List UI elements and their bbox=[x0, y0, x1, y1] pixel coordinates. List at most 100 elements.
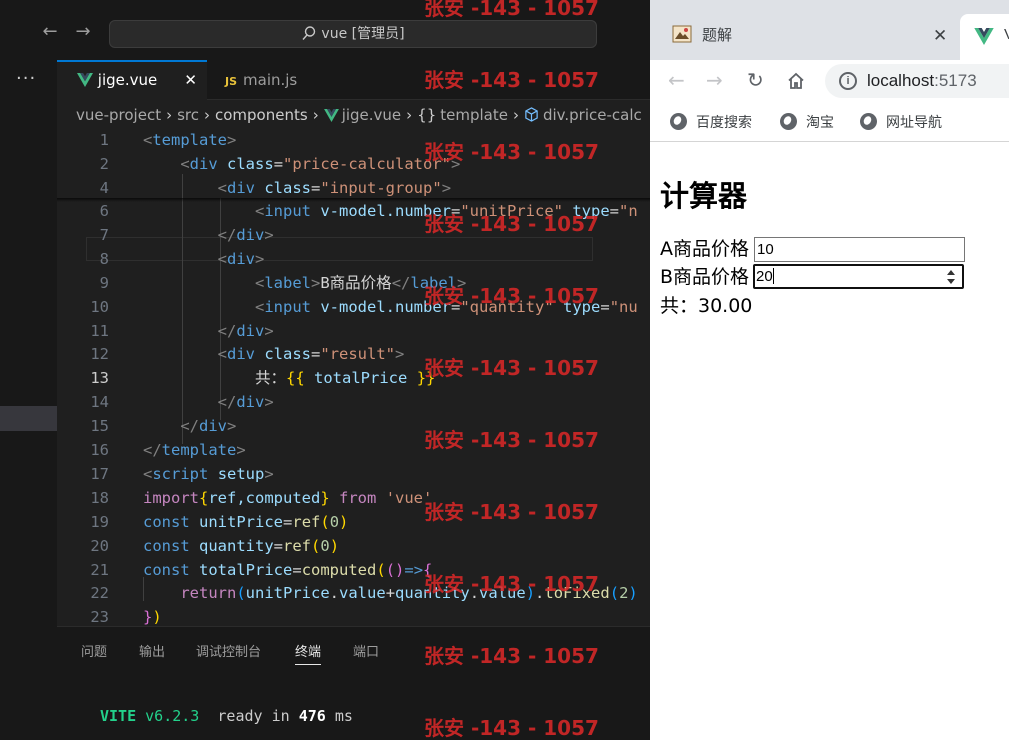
bookmarks-bar: 百度搜索 淘宝 网址导航 bbox=[650, 102, 1009, 142]
terminal-output[interactable]: VITE v6.2.3 ready in 476 ms bbox=[100, 707, 353, 725]
ms-unit: ms bbox=[334, 707, 353, 725]
address-bar[interactable]: i localhost:5173 bbox=[825, 64, 1009, 98]
forward-arrow-icon[interactable]: → bbox=[706, 69, 723, 91]
code-line: 14 </div> bbox=[57, 390, 650, 414]
code-line: 19 const unitPrice=ref(0) bbox=[57, 510, 650, 534]
tab-jige-vue[interactable]: jige.vue ✕ bbox=[57, 60, 207, 100]
code-line: 4 <div class="input-group"> bbox=[57, 176, 650, 200]
browser-window: 题解 ✕ V ← → ↻ i localhost:5173 百度搜索 淘宝 网址… bbox=[650, 0, 1009, 740]
vite-version: v6.2.3 bbox=[145, 707, 200, 725]
reload-icon[interactable]: ↻ bbox=[747, 69, 764, 91]
breadcrumb-item[interactable]: src bbox=[177, 106, 199, 124]
price-b-row: B商品价格 20 bbox=[660, 264, 964, 290]
result-text: 共：30.00 bbox=[660, 295, 753, 317]
bookmark-taobao[interactable]: 淘宝 bbox=[780, 112, 834, 132]
sticky-scroll-shadow bbox=[57, 198, 650, 202]
bookmark-nav[interactable]: 网址导航 bbox=[860, 112, 942, 132]
tab-main-js[interactable]: JS main.js bbox=[207, 60, 357, 100]
home-icon[interactable] bbox=[786, 71, 806, 91]
line-number: 19 bbox=[90, 513, 109, 531]
number-spinner-icon[interactable] bbox=[946, 268, 956, 286]
line-number: 17 bbox=[90, 465, 109, 483]
line-number: 23 bbox=[90, 608, 109, 626]
line-number: 2 bbox=[99, 155, 109, 173]
line-number: 10 bbox=[90, 298, 109, 316]
code-line: 22 return(unitPrice.value+quantity.value… bbox=[57, 581, 650, 605]
vite-label: VITE bbox=[100, 707, 137, 725]
close-tab-icon[interactable]: ✕ bbox=[184, 62, 197, 99]
line-number: 16 bbox=[90, 441, 109, 459]
browser-tab-title: 题解 bbox=[702, 27, 733, 44]
code-line: 11 </div> bbox=[57, 319, 650, 343]
globe-icon bbox=[780, 113, 797, 130]
code-line: 23}) bbox=[57, 605, 650, 626]
tab-terminal[interactable]: 终端 bbox=[295, 641, 322, 665]
browser-tab-vite[interactable]: V bbox=[960, 14, 1009, 60]
code-line: 9 <label>B商品价格</label> bbox=[57, 271, 650, 295]
price-a-label: A商品价格 bbox=[660, 238, 749, 260]
browser-tab-bar: 题解 ✕ V bbox=[650, 0, 1009, 60]
tab-title-fragment: V bbox=[1004, 26, 1009, 43]
url-text: localhost:5173 bbox=[867, 71, 977, 90]
breadcrumb-item[interactable]: jige.vue bbox=[342, 106, 401, 124]
line-number: 4 bbox=[99, 179, 109, 197]
back-arrow-icon[interactable]: ← bbox=[40, 22, 60, 42]
line-number: 7 bbox=[99, 226, 109, 244]
command-center-search[interactable]: vue [管理员] bbox=[109, 20, 597, 48]
line-number: 21 bbox=[90, 561, 109, 579]
tab-debug-console[interactable]: 调试控制台 bbox=[196, 641, 261, 660]
line-number: 14 bbox=[90, 393, 109, 411]
text-caret bbox=[772, 268, 774, 284]
line-number: 11 bbox=[90, 322, 109, 340]
breadcrumb-item[interactable]: div.price-calc bbox=[543, 106, 642, 124]
vscode-window: ← → vue [管理员] ··· jige.vue ✕ JS main.js v… bbox=[0, 0, 650, 740]
title-bar: ← → vue [管理员] bbox=[0, 0, 650, 60]
breadcrumb-item[interactable]: template bbox=[440, 106, 508, 124]
breadcrumb-item[interactable]: vue-project bbox=[76, 106, 161, 124]
breadcrumb: vue-project › src › components › jige.vue ›{} te… bbox=[76, 106, 642, 124]
price-a-row: A商品价格 10 bbox=[660, 236, 965, 262]
code-line-current: 13 共：{{ totalPrice }} bbox=[57, 366, 650, 390]
tab-favicon-icon bbox=[672, 25, 692, 43]
tab-ports[interactable]: 端口 bbox=[353, 641, 379, 660]
code-line: 12 <div class="result"> bbox=[57, 342, 650, 366]
search-text: vue [管理员] bbox=[321, 26, 405, 42]
vue-file-icon bbox=[77, 73, 93, 87]
line-number: 1 bbox=[99, 131, 109, 149]
tab-problems[interactable]: 问题 bbox=[81, 641, 107, 660]
line-number: 13 bbox=[90, 369, 109, 387]
code-line: 1 <template> bbox=[57, 128, 650, 152]
code-line: 7 </div> bbox=[57, 223, 650, 247]
line-number: 18 bbox=[90, 489, 109, 507]
line-number: 20 bbox=[90, 537, 109, 555]
site-info-icon[interactable]: i bbox=[839, 72, 857, 90]
more-icon[interactable]: ··· bbox=[16, 68, 36, 89]
price-a-input[interactable]: 10 bbox=[754, 237, 965, 262]
activity-bar: ··· bbox=[0, 60, 57, 740]
line-number: 8 bbox=[99, 250, 109, 268]
js-file-icon: JS bbox=[225, 75, 238, 88]
code-line: 2 <div class="price-calculator"> bbox=[57, 152, 650, 176]
ready-ms: 476 bbox=[298, 707, 326, 725]
tab-output[interactable]: 输出 bbox=[139, 641, 165, 660]
line-number: 6 bbox=[99, 202, 109, 220]
code-line: 17 <script setup> bbox=[57, 462, 650, 486]
browser-tab-tijie[interactable]: 题解 bbox=[672, 18, 962, 54]
price-b-label: B商品价格 bbox=[660, 266, 750, 288]
browser-toolbar: ← → ↻ i localhost:5173 bbox=[650, 60, 1009, 102]
code-line: 6 <input v-model.number="unitPrice" type… bbox=[57, 199, 650, 223]
globe-icon bbox=[860, 113, 877, 130]
code-line: 8 <div> bbox=[57, 247, 650, 271]
back-arrow-icon[interactable]: ← bbox=[668, 69, 685, 91]
globe-icon bbox=[670, 113, 687, 130]
editor-tabs: jige.vue ✕ JS main.js bbox=[57, 60, 650, 100]
breadcrumb-item[interactable]: components bbox=[215, 106, 308, 124]
forward-arrow-icon[interactable]: → bbox=[73, 22, 93, 42]
code-line: 18 import{ref,computed} from 'vue' bbox=[57, 486, 650, 510]
price-b-input[interactable]: 20 bbox=[753, 264, 964, 289]
activity-selected-item[interactable] bbox=[0, 406, 57, 431]
code-line: 15 </div> bbox=[57, 414, 650, 438]
line-number: 22 bbox=[90, 584, 109, 602]
close-tab-icon[interactable]: ✕ bbox=[933, 26, 947, 46]
bookmark-baidu[interactable]: 百度搜索 bbox=[670, 112, 752, 132]
